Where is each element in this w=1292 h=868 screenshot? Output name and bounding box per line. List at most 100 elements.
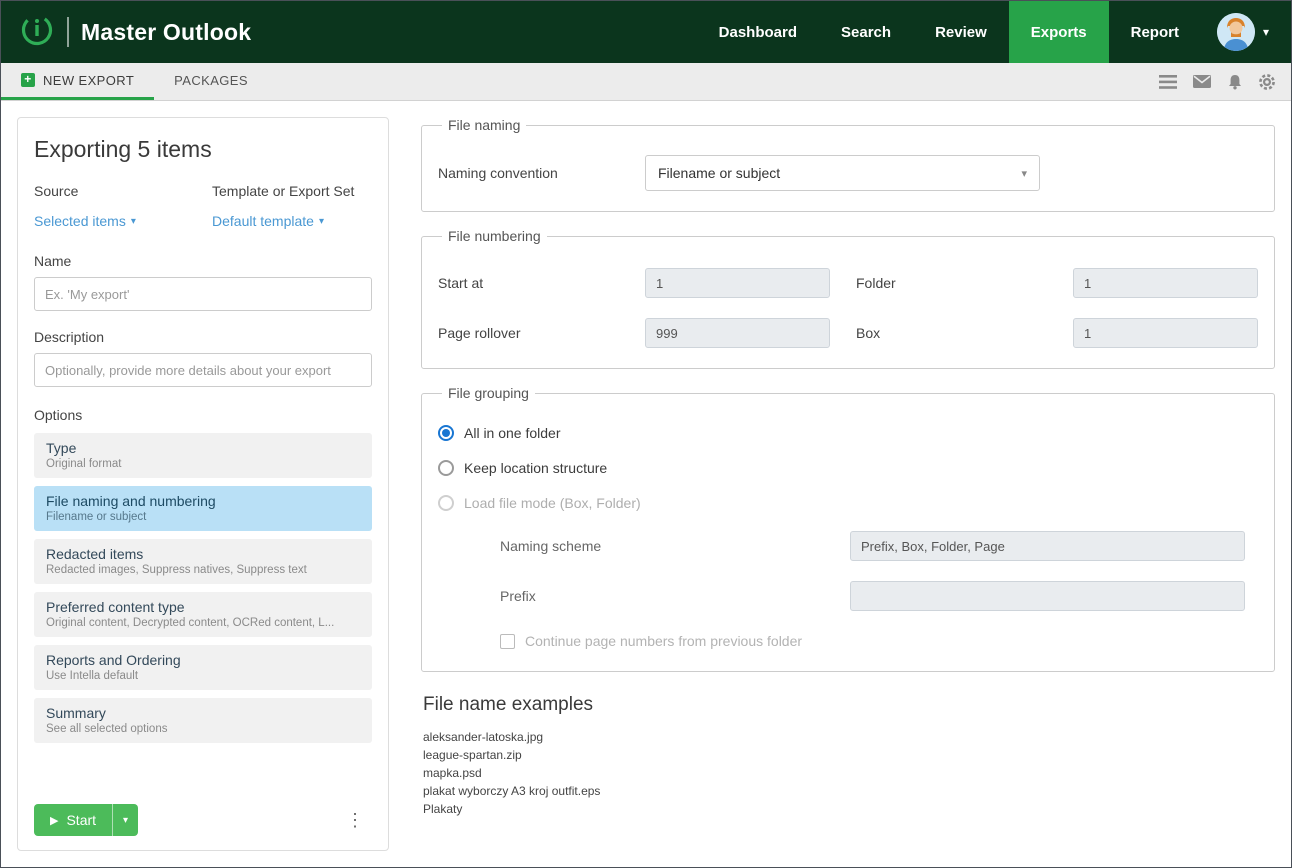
options-label: Options [34, 407, 372, 423]
tasks-icon[interactable] [1159, 75, 1177, 89]
plus-icon: + [21, 73, 35, 87]
tab-new-export[interactable]: + NEW EXPORT [1, 63, 154, 100]
file-numbering-legend: File numbering [442, 228, 547, 244]
example-file-name: plakat wyborczy A3 kroj outfit.eps [423, 782, 1275, 800]
naming-convention-select[interactable]: Filename or subject ▾ [645, 155, 1040, 191]
settings-panel: File naming Naming convention Filename o… [421, 117, 1275, 851]
option-subtitle: See all selected options [46, 723, 360, 735]
more-options-icon[interactable]: ⋮ [338, 810, 372, 831]
page-rollover-label: Page rollover [438, 325, 645, 341]
option-title: Preferred content type [46, 599, 360, 615]
radio-keep-location-structure[interactable]: Keep location structure [438, 460, 1258, 476]
checkbox-unchecked-icon [500, 634, 515, 649]
app-header: Master Outlook Dashboard Search Review E… [1, 1, 1291, 63]
gear-icon[interactable] [1259, 74, 1275, 90]
tabbar-icon-group [1159, 63, 1291, 100]
prefix-label: Prefix [500, 588, 850, 604]
app-title: Master Outlook [81, 19, 251, 46]
radio-checked-icon [438, 425, 454, 441]
option-subtitle: Redacted images, Suppress natives, Suppr… [46, 564, 360, 576]
option-title: Redacted items [46, 546, 360, 562]
description-label: Description [34, 329, 372, 345]
start-at-label: Start at [438, 275, 645, 291]
template-dropdown[interactable]: Default template ▾ [212, 213, 324, 229]
export-summary-card: Exporting 5 items Source Template or Exp… [17, 117, 389, 851]
source-label: Source [34, 183, 212, 199]
source-template-values: Selected items ▾ Default template ▾ [34, 213, 372, 231]
page-rollover-input[interactable] [645, 318, 830, 348]
naming-scheme-input[interactable] [850, 531, 1245, 561]
app-logo[interactable]: Master Outlook [1, 1, 269, 63]
radio-all-in-one-folder[interactable]: All in one folder [438, 425, 1258, 441]
file-grouping-section: File grouping All in one folder Keep loc… [421, 385, 1275, 672]
option-title: Reports and Ordering [46, 652, 360, 668]
nav-item-search[interactable]: Search [819, 1, 913, 63]
nav-item-report[interactable]: Report [1109, 1, 1201, 63]
brand-logo-icon [19, 12, 55, 53]
start-button-label: Start [66, 812, 96, 828]
option-title: Type [46, 440, 360, 456]
chevron-down-icon: ▾ [1263, 25, 1269, 39]
source-dropdown[interactable]: Selected items ▾ [34, 213, 136, 229]
description-input[interactable] [34, 353, 372, 387]
chevron-down-icon: ▾ [131, 216, 136, 227]
example-file-name: Plakaty [423, 800, 1275, 818]
radio-label: Load file mode (Box, Folder) [464, 495, 641, 511]
option-subtitle: Original content, Decrypted content, OCR… [46, 617, 360, 629]
example-file-name: mapka.psd [423, 764, 1275, 782]
folder-label: Folder [830, 275, 1073, 291]
main-nav: Dashboard Search Review Exports Report [697, 1, 1201, 63]
option-subtitle: Filename or subject [46, 511, 360, 523]
radio-unchecked-icon [438, 460, 454, 476]
source-dropdown-label: Selected items [34, 213, 126, 229]
folder-input[interactable] [1073, 268, 1258, 298]
start-split-button: ▶ Start ▾ [34, 804, 138, 836]
option-preferred-content-type[interactable]: Preferred content type Original content,… [34, 592, 372, 637]
play-icon: ▶ [50, 814, 58, 827]
app-window: Master Outlook Dashboard Search Review E… [0, 0, 1292, 868]
template-label: Template or Export Set [212, 183, 354, 199]
chevron-down-icon: ▾ [1021, 167, 1027, 180]
nav-item-dashboard[interactable]: Dashboard [697, 1, 819, 63]
mail-icon[interactable] [1193, 75, 1211, 88]
tab-packages-label: PACKAGES [174, 73, 248, 88]
template-dropdown-label: Default template [212, 213, 314, 229]
option-subtitle: Original format [46, 458, 360, 470]
example-file-name: aleksander-latoska.jpg [423, 728, 1275, 746]
option-title: File naming and numbering [46, 493, 360, 509]
secondary-tabbar: + NEW EXPORT PACKAGES [1, 63, 1291, 101]
file-naming-legend: File naming [442, 117, 526, 133]
radio-disabled-icon [438, 495, 454, 511]
box-label: Box [830, 325, 1073, 341]
continue-page-numbers-checkbox[interactable]: Continue page numbers from previous fold… [500, 633, 1258, 649]
file-numbering-section: File numbering Start at Folder Page roll… [421, 228, 1275, 369]
user-menu[interactable]: ▾ [1201, 1, 1291, 63]
option-file-naming[interactable]: File naming and numbering Filename or su… [34, 486, 372, 531]
naming-convention-label: Naming convention [438, 165, 645, 181]
chevron-down-icon: ▾ [123, 815, 128, 826]
avatar [1217, 13, 1255, 51]
nav-item-review[interactable]: Review [913, 1, 1009, 63]
option-summary[interactable]: Summary See all selected options [34, 698, 372, 743]
radio-load-file-mode[interactable]: Load file mode (Box, Folder) [438, 495, 1258, 511]
start-at-input[interactable] [645, 268, 830, 298]
option-type[interactable]: Type Original format [34, 433, 372, 478]
example-file-name: league-spartan.zip [423, 746, 1275, 764]
prefix-input[interactable] [850, 581, 1245, 611]
option-redacted-items[interactable]: Redacted items Redacted images, Suppress… [34, 539, 372, 584]
box-input[interactable] [1073, 318, 1258, 348]
page-title: Exporting 5 items [34, 136, 372, 163]
radio-label: Keep location structure [464, 460, 607, 476]
brand-divider [67, 17, 69, 47]
option-reports-ordering[interactable]: Reports and Ordering Use Intella default [34, 645, 372, 690]
main-content: Exporting 5 items Source Template or Exp… [1, 101, 1291, 867]
start-options-button[interactable]: ▾ [113, 804, 138, 836]
tab-packages[interactable]: PACKAGES [154, 63, 268, 100]
bell-icon[interactable] [1227, 74, 1243, 90]
start-button[interactable]: ▶ Start [34, 804, 112, 836]
option-title: Summary [46, 705, 360, 721]
nav-item-exports[interactable]: Exports [1009, 1, 1109, 63]
chevron-down-icon: ▾ [319, 216, 324, 227]
name-input[interactable] [34, 277, 372, 311]
file-grouping-legend: File grouping [442, 385, 535, 401]
